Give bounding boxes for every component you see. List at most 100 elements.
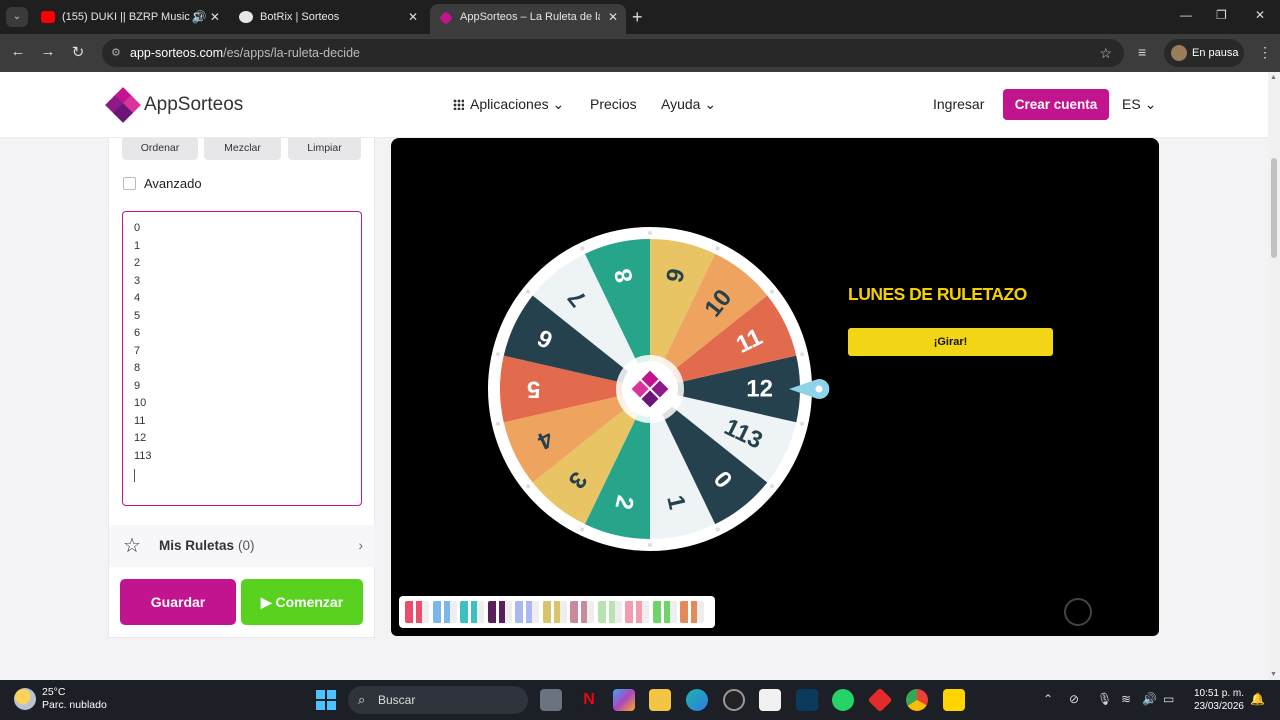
- theme-swatch[interactable]: [460, 601, 484, 623]
- nav-aplicaciones[interactable]: Aplicaciones ⌄: [453, 96, 564, 113]
- battery-icon[interactable]: ▭: [1163, 692, 1174, 706]
- taskbar-search[interactable]: ⌕ Buscar: [348, 686, 528, 714]
- language-selector[interactable]: ES ⌄: [1122, 96, 1156, 113]
- tab-botrix[interactable]: BotRix | Sorteos ✕: [230, 4, 426, 34]
- tab-youtube[interactable]: (155) DUKI || BZRP Music Se 🔊 ✕: [32, 4, 228, 34]
- forward-icon[interactable]: →: [38, 43, 58, 60]
- rim-dot: [715, 246, 720, 251]
- rim-dot: [495, 352, 500, 357]
- address-bar[interactable]: ⚙ app-sorteos.com/es/apps/la-ruleta-deci…: [102, 39, 1124, 67]
- rim-dot: [580, 246, 585, 251]
- time: 10:51 p. m.: [1193, 688, 1244, 699]
- chevron-down-icon: ⌄: [1144, 96, 1157, 112]
- theme-swatch[interactable]: [570, 601, 594, 623]
- entry-line: 12: [134, 432, 147, 444]
- save-button[interactable]: Guardar: [120, 579, 236, 625]
- rim-dot: [648, 231, 652, 235]
- site-info-icon[interactable]: ⚙: [111, 39, 121, 67]
- theme-swatch[interactable]: [487, 601, 512, 623]
- signup-button[interactable]: Crear cuenta: [1003, 89, 1109, 120]
- theme-swatch[interactable]: [542, 601, 567, 623]
- minimize-icon[interactable]: —: [1180, 8, 1192, 22]
- rim-dot: [769, 289, 774, 294]
- close-window-icon[interactable]: ✕: [1255, 8, 1265, 22]
- clear-button[interactable]: Limpiar: [288, 138, 361, 160]
- entry-line: 4: [134, 292, 141, 304]
- entries-textarea[interactable]: 0 1 2 3 4 5 6 7 8 9 10 11 12 113: [122, 211, 362, 506]
- theme-swatch[interactable]: [652, 601, 677, 623]
- bookmark-star-icon[interactable]: ☆: [1099, 39, 1112, 67]
- start-button[interactable]: ▶ Comenzar: [241, 579, 363, 625]
- chevron-down-icon: ⌄: [704, 96, 717, 112]
- scroll-down-icon[interactable]: ▼: [1270, 671, 1277, 678]
- microphone-icon[interactable]: 🎙: [1097, 692, 1112, 706]
- volume-icon[interactable]: 🔊: [1142, 692, 1157, 706]
- app-icon[interactable]: [723, 689, 745, 711]
- site-header: AppSorteos Aplicaciones ⌄ Precios Ayuda …: [0, 72, 1268, 138]
- date: 23/03/2026: [1193, 701, 1244, 712]
- url-path: /es/apps/la-ruleta-decide: [223, 46, 360, 60]
- weather-widget[interactable]: 25°C Parc. nublado: [14, 686, 107, 712]
- tab-search-button[interactable]: ⌄: [6, 7, 28, 27]
- menu-kebab-icon[interactable]: ⋮: [1258, 44, 1272, 61]
- shuffle-button[interactable]: Mezclar: [204, 138, 281, 160]
- start-menu-icon[interactable]: [316, 690, 336, 710]
- order-button[interactable]: Ordenar: [122, 138, 198, 160]
- scrollbar-thumb[interactable]: [1271, 158, 1277, 258]
- roulette-wheel[interactable]: 12113012345678 91011: [485, 224, 815, 554]
- browser-toolbar: ← → ↻ ⚙ app-sorteos.com/es/apps/la-rulet…: [0, 34, 1280, 72]
- theme-swatch[interactable]: [515, 601, 539, 623]
- new-tab-button[interactable]: +: [632, 7, 643, 27]
- rim-dot: [800, 421, 805, 426]
- star-icon: ☆: [123, 535, 141, 557]
- page-scrollbar[interactable]: ▲ ▼: [1268, 72, 1280, 680]
- netflix-icon[interactable]: N: [578, 689, 600, 711]
- login-link[interactable]: Ingresar: [933, 96, 984, 112]
- entry-line: 2: [134, 257, 141, 269]
- wifi-icon[interactable]: ≋: [1121, 692, 1131, 706]
- scroll-up-icon[interactable]: ▲: [1270, 74, 1277, 81]
- rim-dot: [769, 484, 774, 489]
- task-view-icon[interactable]: [540, 689, 562, 711]
- advanced-label: Avanzado: [144, 176, 202, 191]
- wheel-segment-label: 12: [746, 376, 773, 403]
- store-icon[interactable]: [759, 689, 781, 711]
- theme-swatch[interactable]: [625, 601, 649, 623]
- anydesk-icon[interactable]: [867, 687, 893, 713]
- tab-title: BotRix | Sorteos: [260, 11, 340, 23]
- reload-icon[interactable]: ↻: [68, 43, 88, 61]
- logo-text: AppSorteos: [144, 94, 244, 115]
- my-wheels-row[interactable]: ☆ Mis Ruletas (0) ›: [109, 525, 375, 567]
- back-icon[interactable]: ←: [8, 43, 28, 60]
- file-explorer-icon[interactable]: [649, 689, 671, 711]
- close-icon[interactable]: ✕: [408, 4, 418, 30]
- browser-tab-strip: ⌄ (155) DUKI || BZRP Music Se 🔊 ✕ BotRix…: [0, 0, 1280, 34]
- tray-chevron-icon[interactable]: ⌃: [1043, 692, 1053, 706]
- weather-icon: [14, 688, 36, 710]
- theme-swatch[interactable]: [597, 601, 622, 623]
- theme-picker[interactable]: [399, 596, 715, 628]
- nav-precios[interactable]: Precios: [590, 96, 637, 112]
- copilot-icon[interactable]: [613, 689, 635, 711]
- theme-swatch[interactable]: [405, 601, 429, 623]
- close-icon[interactable]: ✕: [608, 4, 618, 30]
- clock[interactable]: 10:51 p. m. 23/03/2026: [1190, 687, 1244, 713]
- whatsapp-icon[interactable]: [832, 689, 854, 711]
- sticky-notes-icon[interactable]: [943, 689, 965, 711]
- theme-swatch[interactable]: [680, 601, 704, 623]
- chrome-icon[interactable]: [906, 689, 928, 711]
- close-icon[interactable]: 🔊 ✕: [192, 4, 220, 30]
- maximize-icon[interactable]: ❐: [1216, 8, 1227, 22]
- nav-ayuda[interactable]: Ayuda ⌄: [661, 96, 716, 113]
- media-controls-icon[interactable]: ≡: [1138, 44, 1146, 60]
- logo-icon: [105, 87, 141, 123]
- disney-icon[interactable]: [796, 689, 818, 711]
- edge-icon[interactable]: [686, 689, 708, 711]
- tab-appsorteos[interactable]: AppSorteos – La Ruleta de la Su ✕: [430, 4, 626, 34]
- spin-button[interactable]: ¡Girar!: [848, 328, 1053, 356]
- profile-button[interactable]: En pausa: [1164, 39, 1244, 67]
- network-off-icon[interactable]: ⊘: [1069, 692, 1079, 706]
- theme-swatch[interactable]: [432, 601, 457, 623]
- notification-bell-icon[interactable]: 🔔: [1250, 692, 1265, 706]
- advanced-checkbox[interactable]: Avanzado: [123, 176, 202, 191]
